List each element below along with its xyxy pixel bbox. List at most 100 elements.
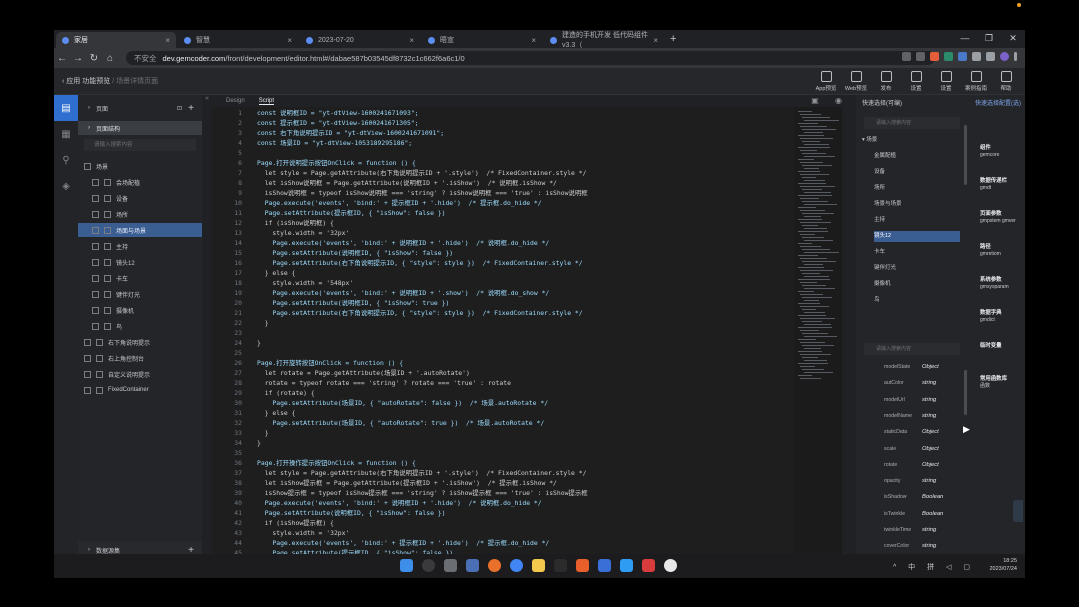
forward-arrow-icon[interactable]: → — [70, 53, 86, 64]
component-item[interactable]: 金属配植 — [874, 151, 960, 162]
code-line[interactable]: 31 } else { — [212, 408, 842, 418]
collapse-panel-icon[interactable]: « — [202, 95, 212, 578]
tree-item[interactable]: 场面与场景 — [78, 223, 202, 237]
code-line[interactable]: 6 Page.打开说明提示按钮OnClick = function () { — [212, 158, 842, 168]
toolbar-button[interactable]: Web预览 — [841, 71, 871, 92]
url-input[interactable]: 不安全 dev.gemcoder.com /front/development/… — [126, 51, 935, 65]
eye-icon[interactable] — [92, 178, 99, 186]
code-line[interactable]: 10 Page.execute('events', 'bind:' + 提示框I… — [212, 198, 842, 208]
new-tab-button[interactable]: + — [670, 32, 676, 48]
firefox-icon[interactable] — [488, 559, 501, 572]
browser-tab[interactable]: 家居 × — [56, 32, 176, 48]
code-line[interactable]: 33 } — [212, 428, 842, 438]
code-line[interactable]: 11 Page.setAttribute(提示框ID, { "isShow": … — [212, 208, 842, 218]
quick-section[interactable]: 页面参数 gmpstem gmver — [980, 211, 1024, 225]
code-line[interactable]: 34} — [212, 438, 842, 448]
component-item[interactable]: 键伴灯光 — [874, 263, 960, 274]
code-line[interactable]: 22 } — [212, 318, 842, 328]
sidebar-icon[interactable] — [986, 52, 995, 61]
close-tab-icon[interactable]: × — [653, 36, 658, 45]
code-line[interactable]: 8 let isShow说明框 = Page.getAttribute(说明框I… — [212, 178, 842, 188]
code-line[interactable]: 15 Page.setAttribute(说明框ID, { "isShow": … — [212, 248, 842, 258]
code-line[interactable]: 32 Page.setAttribute(场景ID, { "autoRotate… — [212, 418, 842, 428]
app-icon[interactable] — [576, 559, 589, 572]
code-line[interactable]: 4 const 场景ID = "yt-dtView-1053189295186"; — [212, 138, 842, 148]
search-icon[interactable] — [422, 559, 435, 572]
eye-icon[interactable] — [92, 306, 99, 314]
code-line[interactable]: 14 Page.execute('events', 'bind:' + 说明框I… — [212, 238, 842, 248]
quick-section[interactable]: 路径 gmretiom — [980, 244, 1024, 258]
close-tab-icon[interactable]: × — [409, 36, 414, 45]
panel-config-link[interactable]: 快速选择配置(选) — [975, 98, 1021, 107]
property-item[interactable]: opacity string — [884, 475, 974, 487]
tree-item[interactable]: 右下角说明提示 — [78, 335, 202, 349]
code-line[interactable]: 13 style.width = '32px' — [212, 228, 842, 238]
browser-tab[interactable]: 晤宣 × — [422, 32, 542, 48]
quick-section[interactable]: 临时变量 — [980, 343, 1024, 350]
reload-icon[interactable]: ↻ — [86, 53, 102, 64]
code-line[interactable]: 29 if (rotate) { — [212, 388, 842, 398]
code-line[interactable]: 16 Page.setAttribute(右下角说明提示ID, { "style… — [212, 258, 842, 268]
app-icon[interactable] — [598, 559, 611, 572]
component-item[interactable]: 场景与场景 — [874, 199, 960, 210]
property-item[interactable]: autColor string — [884, 377, 974, 389]
folder-icon[interactable] — [532, 559, 545, 572]
tree-item[interactable]: 右上角控制台 — [78, 351, 202, 365]
extension-icon[interactable] — [930, 52, 939, 61]
code-line[interactable]: 37 let style = Page.getAttribute(右下角说明提示… — [212, 468, 842, 478]
eye-icon[interactable] — [92, 258, 99, 266]
toolbar-button[interactable]: 案例指南 — [961, 71, 991, 92]
code-line[interactable]: 26 Page.打开旋转按钮OnClick = function () { — [212, 358, 842, 368]
add-icon[interactable]: + — [188, 103, 194, 114]
tree-item[interactable]: 自定义说明提示 — [78, 367, 202, 381]
component-item[interactable]: 卡车 — [874, 247, 960, 258]
windows-start-icon[interactable] — [400, 559, 413, 572]
back-arrow-icon[interactable]: ← — [54, 53, 70, 64]
code-line[interactable]: 40 Page.execute('events', 'bind:' + 说明框I… — [212, 498, 842, 508]
tree-item[interactable]: 卡车 — [78, 271, 202, 285]
component-item[interactable]: 主持 — [874, 215, 960, 226]
breadcrumb-page[interactable]: 功能预览 — [82, 78, 110, 85]
code-line[interactable]: 39 isShow提示框 = typeof isShow提示框 === 'str… — [212, 488, 842, 498]
tree-item[interactable]: 设备 — [78, 191, 202, 205]
browser-tab[interactable]: 建造的手机开发 低代码组件v3.3（ × — [544, 32, 664, 49]
tree-item[interactable]: 主持 — [78, 239, 202, 253]
maximize-icon[interactable]: ❐ — [977, 30, 1001, 48]
menu-icon[interactable] — [1014, 52, 1017, 61]
code-line[interactable]: 1 const 说明框ID = "yt-dtView-1600241671093"… — [212, 108, 842, 118]
tree-item[interactable]: 会场配植 — [78, 175, 202, 189]
tree-item[interactable]: 镜头12 — [78, 255, 202, 269]
code-line[interactable]: 30 Page.setAttribute(场景ID, { "autoRotate… — [212, 398, 842, 408]
code-line[interactable]: 42 if (isShow提示框) { — [212, 518, 842, 528]
browser-tab[interactable]: 2023-07-20 × — [300, 32, 420, 48]
toolbar-button[interactable]: App预览 — [811, 71, 841, 92]
property-item[interactable]: modelName string — [884, 410, 974, 422]
quick-section[interactable]: 系统参数 gmsysparam — [980, 277, 1024, 291]
chrome-icon[interactable] — [510, 559, 523, 572]
property-item[interactable]: isShadow Boolean — [884, 491, 974, 503]
property-item[interactable]: modelState Object — [884, 361, 974, 373]
tree-search-input[interactable]: 请输入搜索内容 — [84, 139, 196, 151]
eye-icon[interactable] — [92, 290, 99, 298]
code-line[interactable]: 18 style.width = '548px' — [212, 278, 842, 288]
expand-toggle-icon[interactable] — [84, 338, 91, 346]
close-tab-icon[interactable]: × — [165, 36, 170, 45]
app-icon[interactable] — [664, 559, 677, 572]
tree-item[interactable]: FixedContainer — [78, 383, 202, 397]
scrollbar[interactable] — [964, 370, 967, 415]
component-item[interactable]: 镜头12 — [874, 231, 960, 242]
task-view-icon[interactable] — [444, 559, 457, 572]
component-item[interactable]: 场所 — [874, 183, 960, 194]
code-line[interactable]: 19 Page.execute('events', 'bind:' + 说明框I… — [212, 288, 842, 298]
quick-section[interactable]: 组件 gemcore — [980, 145, 1024, 159]
code-line[interactable]: 20 Page.setAttribute(说明框ID, { "isShow": … — [212, 298, 842, 308]
code-line[interactable]: 28 rotate = typeof rotate === 'string' ?… — [212, 378, 842, 388]
property-item[interactable]: isTwinkle Boolean — [884, 508, 974, 520]
code-line[interactable]: 9 isShow说明框 = typeof isShow说明框 === 'stri… — [212, 188, 842, 198]
close-tab-icon[interactable]: × — [531, 36, 536, 45]
components-icon[interactable]: ▦ — [54, 121, 78, 147]
quick-section[interactable]: 常用函数库 函数 — [980, 376, 1024, 390]
code-line[interactable]: 35 — [212, 448, 842, 458]
expand-toggle-icon[interactable] — [84, 386, 91, 394]
component-item[interactable]: 设备 — [874, 167, 960, 178]
